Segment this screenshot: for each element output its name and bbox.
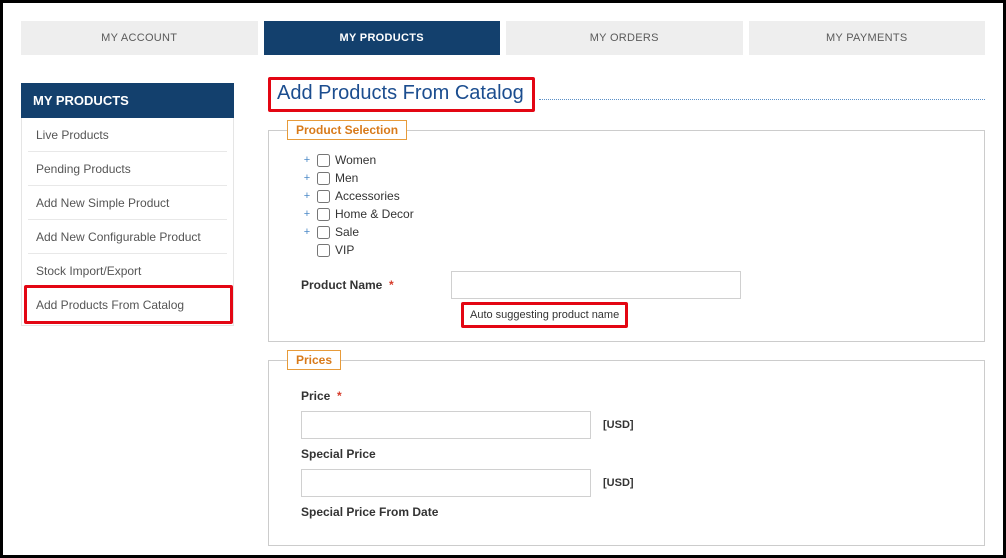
special-price-input[interactable] bbox=[301, 469, 591, 497]
category-checkbox-home-decor[interactable] bbox=[317, 208, 330, 221]
tab-my-account[interactable]: MY ACCOUNT bbox=[21, 21, 258, 55]
special-price-input-line: [USD] bbox=[301, 469, 962, 497]
category-label: Home & Decor bbox=[335, 207, 414, 221]
sidebar-item-label: Add Products From Catalog bbox=[36, 298, 184, 312]
category-checkbox-vip[interactable] bbox=[317, 244, 330, 257]
sidebar-item-live-products[interactable]: Live Products bbox=[28, 118, 227, 152]
title-separator bbox=[539, 99, 985, 100]
special-price-currency: [USD] bbox=[603, 477, 634, 489]
page-title-row: Add Products From Catalog bbox=[268, 77, 985, 112]
category-label: Men bbox=[335, 171, 358, 185]
required-mark: * bbox=[389, 278, 394, 292]
category-row-sale: + Sale bbox=[301, 223, 962, 241]
category-checkbox-accessories[interactable] bbox=[317, 190, 330, 203]
expand-icon[interactable]: + bbox=[301, 172, 313, 184]
sidebar-item-add-simple-product[interactable]: Add New Simple Product bbox=[28, 186, 227, 220]
main-area: MY PRODUCTS Live Products Pending Produc… bbox=[21, 83, 985, 546]
category-tree: + Women + Men + Accessories bbox=[291, 151, 962, 259]
product-selection-legend: Product Selection bbox=[287, 120, 407, 140]
category-checkbox-sale[interactable] bbox=[317, 226, 330, 239]
prices-fieldset: Prices Price * [USD] Special Price bbox=[268, 360, 985, 546]
special-price-row: Special Price [USD] bbox=[301, 447, 962, 497]
product-name-input[interactable] bbox=[451, 271, 741, 299]
sidebar-header: MY PRODUCTS bbox=[21, 83, 234, 118]
product-name-hint-row: Auto suggesting product name bbox=[461, 305, 962, 323]
tab-my-orders[interactable]: MY ORDERS bbox=[506, 21, 743, 55]
app-frame: MY ACCOUNT MY PRODUCTS MY ORDERS MY PAYM… bbox=[0, 0, 1006, 558]
content-area: Add Products From Catalog Product Select… bbox=[268, 83, 985, 546]
category-label: Accessories bbox=[335, 189, 400, 203]
product-name-row: Product Name * bbox=[291, 271, 962, 299]
category-label: Women bbox=[335, 153, 376, 167]
category-label: VIP bbox=[335, 243, 354, 257]
sidebar-item-stock-import-export[interactable]: Stock Import/Export bbox=[28, 254, 227, 288]
product-name-hint: Auto suggesting product name bbox=[461, 302, 628, 328]
prices-legend: Prices bbox=[287, 350, 341, 370]
category-checkbox-women[interactable] bbox=[317, 154, 330, 167]
page-title: Add Products From Catalog bbox=[268, 77, 535, 112]
special-price-from-label: Special Price From Date bbox=[301, 505, 461, 519]
tab-my-products[interactable]: MY PRODUCTS bbox=[264, 21, 501, 55]
price-currency: [USD] bbox=[603, 419, 634, 431]
expand-icon[interactable]: + bbox=[301, 190, 313, 202]
price-row: Price * [USD] bbox=[301, 389, 962, 439]
category-checkbox-men[interactable] bbox=[317, 172, 330, 185]
price-input[interactable] bbox=[301, 411, 591, 439]
tab-my-payments[interactable]: MY PAYMENTS bbox=[749, 21, 986, 55]
special-price-label: Special Price bbox=[301, 447, 461, 461]
expand-icon[interactable]: + bbox=[301, 226, 313, 238]
category-row-vip: VIP bbox=[301, 241, 962, 259]
category-row-women: + Women bbox=[301, 151, 962, 169]
app-inner: MY ACCOUNT MY PRODUCTS MY ORDERS MY PAYM… bbox=[3, 3, 1003, 546]
product-selection-fieldset: Product Selection + Women + Men bbox=[268, 130, 985, 342]
category-label: Sale bbox=[335, 225, 359, 239]
sidebar-item-add-configurable-product[interactable]: Add New Configurable Product bbox=[28, 220, 227, 254]
label-text: Product Name bbox=[301, 278, 382, 292]
expand-icon[interactable]: + bbox=[301, 208, 313, 220]
top-tabs: MY ACCOUNT MY PRODUCTS MY ORDERS MY PAYM… bbox=[21, 21, 985, 55]
required-mark: * bbox=[337, 389, 342, 403]
category-row-men: + Men bbox=[301, 169, 962, 187]
sidebar: MY PRODUCTS Live Products Pending Produc… bbox=[21, 83, 234, 326]
label-text: Price bbox=[301, 389, 330, 403]
category-row-accessories: + Accessories bbox=[301, 187, 962, 205]
price-label: Price * bbox=[301, 389, 461, 403]
category-row-home-decor: + Home & Decor bbox=[301, 205, 962, 223]
product-name-label: Product Name * bbox=[291, 278, 451, 292]
sidebar-item-pending-products[interactable]: Pending Products bbox=[28, 152, 227, 186]
expand-icon[interactable]: + bbox=[301, 154, 313, 166]
special-price-from-row: Special Price From Date bbox=[301, 505, 962, 527]
sidebar-item-add-from-catalog[interactable]: Add Products From Catalog bbox=[28, 288, 227, 321]
price-input-line: [USD] bbox=[301, 411, 962, 439]
sidebar-list: Live Products Pending Products Add New S… bbox=[21, 118, 234, 326]
